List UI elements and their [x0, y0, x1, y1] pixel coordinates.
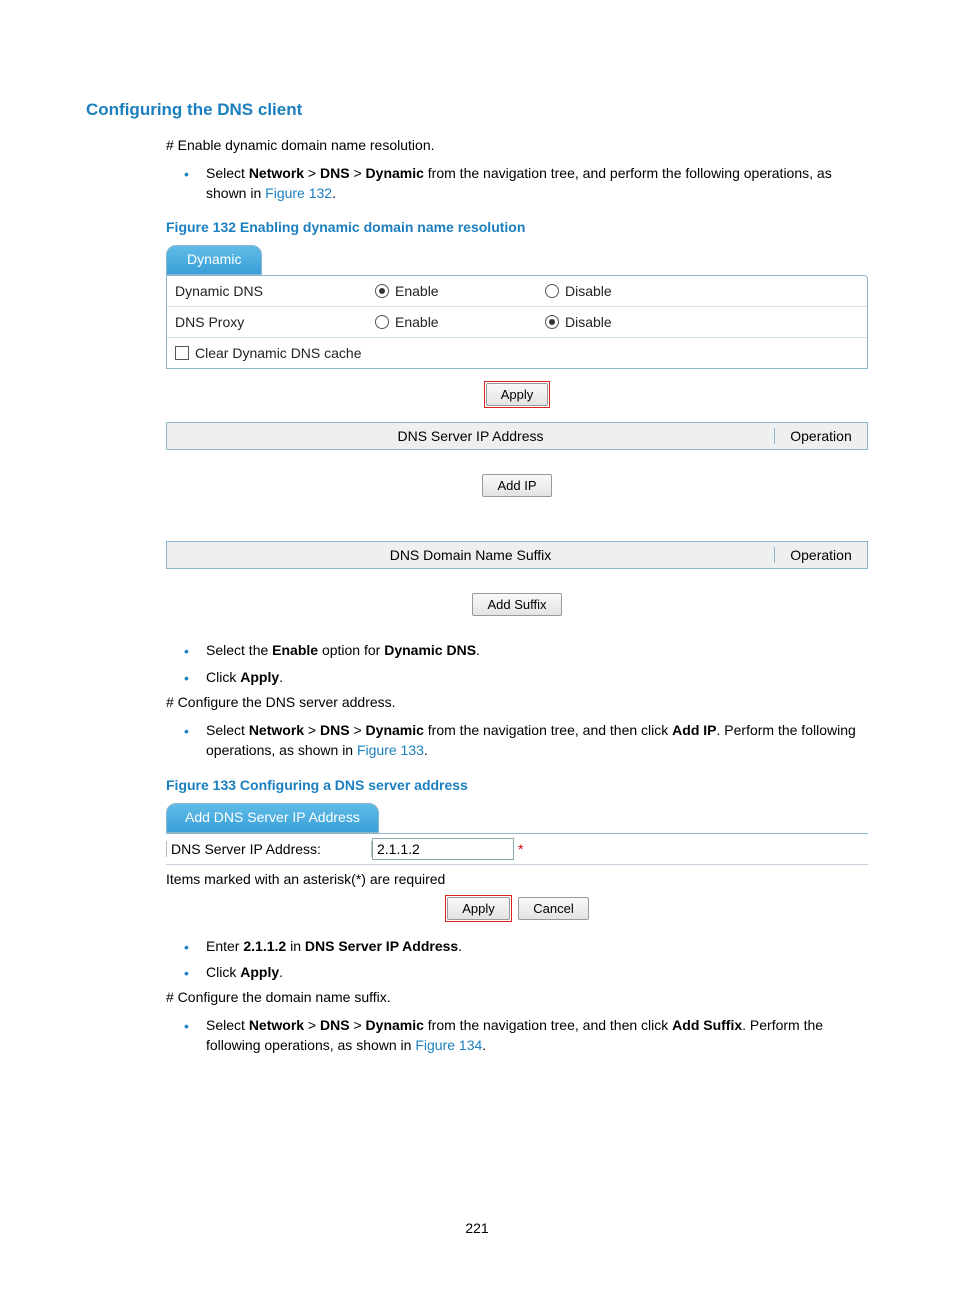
add-suffix-bold: Add Suffix — [672, 1017, 742, 1033]
cancel-button[interactable]: Cancel — [518, 897, 588, 920]
t: . — [332, 185, 336, 201]
bullet-6: Click Apply. — [166, 962, 868, 982]
figure-132-link[interactable]: Figure 132 — [265, 185, 332, 201]
radio-label: Disable — [565, 314, 612, 330]
page-number: 221 — [0, 1220, 954, 1236]
nav-network: Network — [249, 722, 304, 738]
t: > — [350, 1017, 366, 1033]
clear-cache-row: Clear Dynamic DNS cache — [167, 338, 867, 368]
figure-132-panel: Dynamic Dynamic DNS Enable Disable DNS P… — [166, 245, 868, 626]
nav-dynamic: Dynamic — [366, 1017, 424, 1033]
clear-cache-label: Clear Dynamic DNS cache — [195, 345, 362, 361]
nav-network: Network — [249, 1017, 304, 1033]
dns-server-ip-input[interactable] — [372, 838, 514, 860]
t: from the navigation tree, and then click — [424, 722, 672, 738]
figure-133-panel: Add DNS Server IP Address DNS Server IP … — [166, 803, 868, 922]
nav-network: Network — [249, 165, 304, 181]
figure-133-caption: Figure 133 Configuring a DNS server addr… — [166, 777, 868, 793]
field-bold: DNS Server IP Address — [305, 938, 458, 954]
dns-proxy-label: DNS Proxy — [167, 314, 375, 330]
bullet-4: Select Network > DNS > Dynamic from the … — [166, 720, 868, 761]
add-ip-button[interactable]: Add IP — [482, 474, 551, 497]
nav-dynamic: Dynamic — [366, 165, 424, 181]
add-dns-server-tab[interactable]: Add DNS Server IP Address — [166, 803, 379, 833]
hdr-dns-suffix: DNS Domain Name Suffix — [167, 547, 774, 563]
t: > — [304, 165, 320, 181]
t: . — [458, 938, 462, 954]
dns-suffix-table-header: DNS Domain Name Suffix Operation — [166, 541, 868, 569]
apply-bold: Apply — [240, 964, 279, 980]
hash-line-3: # Configure the domain name suffix. — [166, 988, 868, 1007]
dns-proxy-disable-radio[interactable] — [545, 315, 559, 329]
hash-line-2: # Configure the DNS server address. — [166, 693, 868, 712]
radio-label: Enable — [395, 314, 439, 330]
t: Click — [206, 964, 240, 980]
figure-132-caption: Figure 132 Enabling dynamic domain name … — [166, 219, 868, 235]
t: > — [304, 722, 320, 738]
t: option for — [318, 642, 384, 658]
apply-highlight: Apply — [484, 381, 551, 408]
radio-label: Disable — [565, 283, 612, 299]
enable-bold: Enable — [272, 642, 318, 658]
hdr-dns-server-ip: DNS Server IP Address — [167, 428, 774, 444]
figure-133-link[interactable]: Figure 133 — [357, 742, 424, 758]
t: . — [482, 1037, 486, 1053]
hdr-operation: Operation — [774, 428, 867, 444]
t: in — [286, 938, 305, 954]
apply-button[interactable]: Apply — [486, 383, 549, 406]
t: . — [476, 642, 480, 658]
dns-server-ip-form-row: DNS Server IP Address: * — [166, 833, 868, 865]
add-suffix-button[interactable]: Add Suffix — [472, 593, 561, 616]
t: Enter — [206, 938, 243, 954]
required-note: Items marked with an asterisk(*) are req… — [166, 871, 868, 887]
dynamic-dns-row: Dynamic DNS Enable Disable — [167, 276, 867, 307]
section-heading: Configuring the DNS client — [86, 100, 868, 120]
t: Select the — [206, 642, 272, 658]
hdr-operation-2: Operation — [774, 547, 867, 563]
t: . — [424, 742, 428, 758]
t: . — [279, 669, 283, 685]
nav-dynamic: Dynamic — [366, 722, 424, 738]
figure-134-link[interactable]: Figure 134 — [415, 1037, 482, 1053]
dns-proxy-enable-radio[interactable] — [375, 315, 389, 329]
t: > — [350, 722, 366, 738]
nav-dns: DNS — [320, 722, 350, 738]
t: Select — [206, 722, 249, 738]
apply-highlight-2: Apply — [445, 895, 512, 922]
add-ip-bold: Add IP — [672, 722, 716, 738]
dns-proxy-row: DNS Proxy Enable Disable — [167, 307, 867, 338]
nav-dns: DNS — [320, 1017, 350, 1033]
t: > — [350, 165, 366, 181]
bullet-3: Click Apply. — [166, 667, 868, 687]
radio-label: Enable — [395, 283, 439, 299]
dynamic-tab[interactable]: Dynamic — [166, 245, 262, 275]
required-star: * — [518, 841, 523, 857]
t: . — [279, 964, 283, 980]
bullet-1: Select Network > DNS > Dynamic from the … — [166, 163, 868, 204]
dns-server-ip-label: DNS Server IP Address: — [166, 841, 372, 857]
dynamic-dns-bold: Dynamic DNS — [384, 642, 476, 658]
apply-bold: Apply — [240, 669, 279, 685]
dynamic-dns-label: Dynamic DNS — [167, 283, 375, 299]
apply-button-2[interactable]: Apply — [447, 897, 510, 920]
clear-cache-checkbox[interactable] — [175, 346, 189, 360]
ip-bold: 2.1.1.2 — [243, 938, 286, 954]
bullet-7: Select Network > DNS > Dynamic from the … — [166, 1015, 868, 1056]
hash-line-1: # Enable dynamic domain name resolution. — [166, 136, 868, 155]
dynamic-dns-enable-radio[interactable] — [375, 284, 389, 298]
t: Select — [206, 1017, 249, 1033]
t: from the navigation tree, and then click — [424, 1017, 672, 1033]
dynamic-dns-disable-radio[interactable] — [545, 284, 559, 298]
t: Click — [206, 669, 240, 685]
bullet-2: Select the Enable option for Dynamic DNS… — [166, 640, 868, 660]
dns-server-table-header: DNS Server IP Address Operation — [166, 422, 868, 450]
nav-dns: DNS — [320, 165, 350, 181]
bullet-5: Enter 2.1.1.2 in DNS Server IP Address. — [166, 936, 868, 956]
t: Select — [206, 165, 249, 181]
t: > — [304, 1017, 320, 1033]
